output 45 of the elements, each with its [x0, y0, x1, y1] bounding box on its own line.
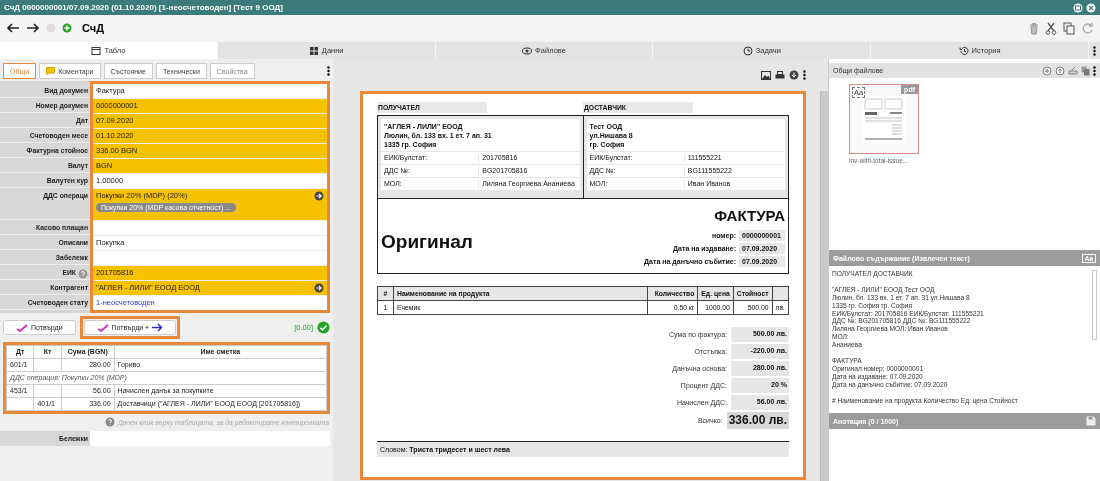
comment-icon — [46, 67, 56, 75]
scanner-icon[interactable] — [1068, 66, 1078, 75]
scissors-icon[interactable] — [1045, 21, 1057, 35]
document-drawing — [862, 96, 906, 142]
help-icon[interactable] — [105, 417, 115, 427]
table-cell — [6, 397, 34, 411]
upload-icon[interactable] — [1055, 65, 1065, 76]
total-value: 336.00 лв. — [726, 412, 789, 429]
history-icon — [958, 45, 969, 56]
close-icon[interactable] — [1086, 2, 1096, 13]
copy-label: Оригинал — [381, 230, 474, 253]
more-icon[interactable] — [803, 70, 806, 80]
check-icon — [16, 323, 28, 332]
check-icon — [96, 323, 109, 332]
notes-field[interactable] — [90, 431, 330, 446]
go-arrow-icon[interactable] — [314, 283, 324, 293]
input-field[interactable] — [93, 221, 327, 235]
input-field[interactable] — [93, 251, 327, 265]
eye-icon — [522, 45, 533, 56]
go-arrow-icon[interactable] — [314, 191, 324, 201]
more-icon[interactable] — [327, 66, 330, 76]
back-arrow-icon[interactable] — [6, 22, 20, 34]
table-cell — [33, 384, 62, 398]
copy-icon[interactable] — [1063, 21, 1075, 35]
invoice-title: ФАКТУРА — [714, 207, 785, 224]
trash-icon[interactable] — [1029, 21, 1039, 35]
save-icon[interactable] — [1086, 416, 1096, 426]
forward-arrow-icon[interactable] — [26, 22, 40, 34]
download-icon[interactable] — [789, 70, 799, 80]
add-icon[interactable] — [1042, 65, 1052, 76]
window-title: СчД 0000000001/07.09.2020 (01.10.2020) [1-неосчетоводен] [Тест 9 ООД] — [4, 3, 284, 12]
ok-icon — [317, 321, 330, 334]
scrollbar[interactable] — [820, 91, 828, 481]
print-icon[interactable] — [775, 70, 785, 80]
page-title: СчД — [82, 22, 105, 34]
minimize-icon[interactable] — [1073, 2, 1083, 13]
dashboard-icon — [91, 45, 102, 56]
grid-icon — [308, 45, 319, 56]
image-icon[interactable] — [761, 70, 771, 80]
more-icon[interactable] — [1093, 65, 1096, 76]
table-cell — [33, 358, 62, 372]
scrollbar[interactable] — [1092, 270, 1097, 340]
clock-icon — [742, 45, 753, 56]
arrow-right-icon — [152, 323, 164, 332]
more-icon[interactable] — [1093, 45, 1096, 56]
